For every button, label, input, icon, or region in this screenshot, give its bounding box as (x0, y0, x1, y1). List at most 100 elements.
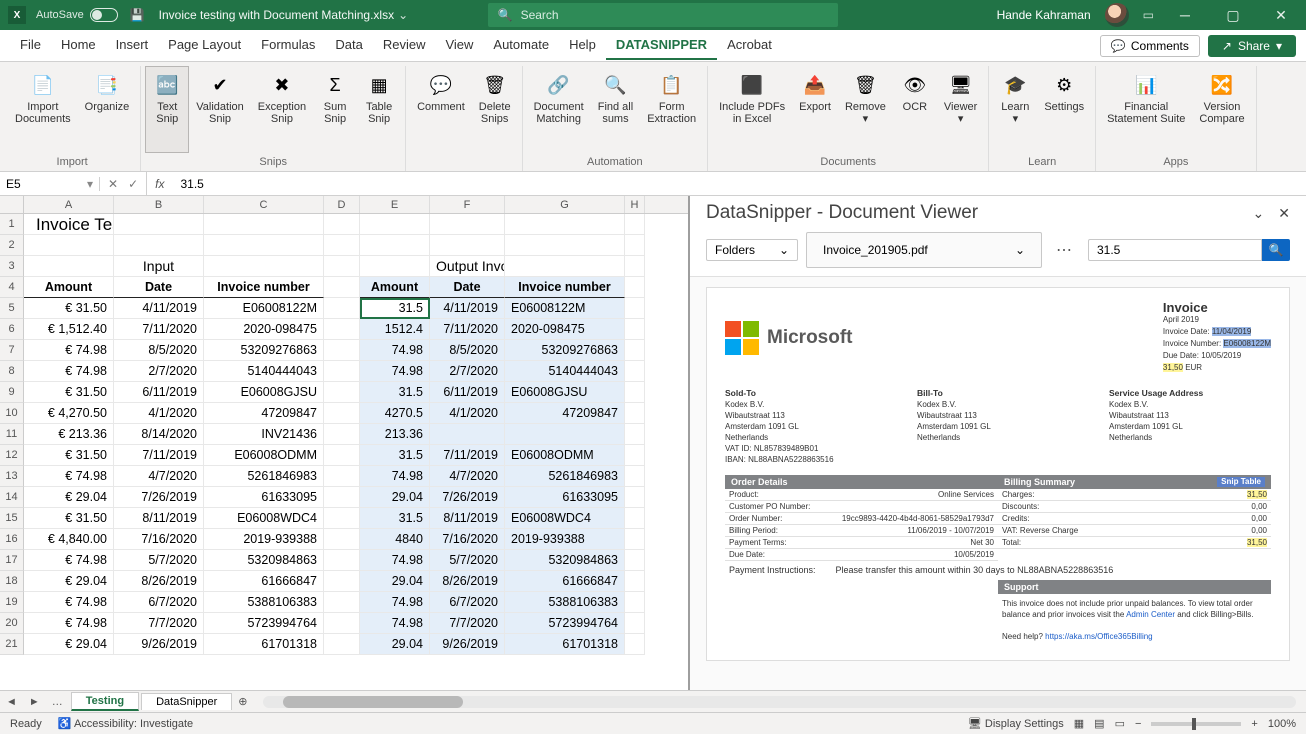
row-header[interactable]: 15 (0, 508, 24, 529)
cell[interactable]: Date (114, 277, 204, 298)
cell[interactable]: 61633095 (505, 487, 625, 508)
formula-value[interactable]: 31.5 (172, 177, 211, 191)
zoom-in-icon[interactable]: + (1251, 718, 1257, 730)
cell[interactable] (505, 214, 625, 235)
maximize-button[interactable]: ▢ (1216, 7, 1250, 24)
row-header[interactable]: 11 (0, 424, 24, 445)
table-snip-button[interactable]: ▦TableSnip (357, 66, 401, 153)
cell[interactable] (625, 382, 645, 403)
cell[interactable]: € 29.04 (24, 487, 114, 508)
remove-button[interactable]: 🗑Remove▾ (838, 66, 893, 153)
cell[interactable]: 5723994764 (204, 613, 324, 634)
prev-tab-icon[interactable]: ◄ (0, 696, 23, 708)
menu-page-layout[interactable]: Page Layout (158, 31, 251, 60)
cell[interactable]: 7/16/2020 (430, 529, 505, 550)
menu-insert[interactable]: Insert (106, 31, 159, 60)
cell[interactable] (204, 256, 324, 277)
cell[interactable]: 4840 (360, 529, 430, 550)
cell[interactable]: 2/7/2020 (430, 361, 505, 382)
cell[interactable]: 8/5/2020 (114, 340, 204, 361)
tab-testing[interactable]: Testing (71, 692, 139, 711)
cell[interactable]: 29.04 (360, 634, 430, 655)
cell[interactable] (324, 571, 360, 592)
row-header[interactable]: 14 (0, 487, 24, 508)
cell[interactable]: 1512.4 (360, 319, 430, 340)
tab-datasnipper[interactable]: DataSnipper (141, 693, 232, 710)
admin-center-link[interactable]: Admin Center (1126, 610, 1175, 619)
cell[interactable]: 74.98 (360, 466, 430, 487)
row-header[interactable]: 2 (0, 235, 24, 256)
horizontal-scrollbar[interactable] (263, 696, 1296, 708)
cell[interactable] (430, 235, 505, 256)
row-header[interactable]: 18 (0, 571, 24, 592)
cell[interactable]: Date (430, 277, 505, 298)
cell[interactable]: E06008ODMM (505, 445, 625, 466)
cell[interactable] (360, 235, 430, 256)
row-header[interactable]: 5 (0, 298, 24, 319)
cell[interactable]: 4/1/2020 (114, 403, 204, 424)
view-layout-icon[interactable]: ▤ (1094, 717, 1104, 730)
grid-rows[interactable]: 1Invoice Testing23InputOutput Invoices4A… (0, 214, 688, 690)
cell[interactable]: 31.5 (360, 382, 430, 403)
cell[interactable] (625, 403, 645, 424)
col-header-B[interactable]: B (114, 196, 204, 213)
cell[interactable]: 31.5 (360, 298, 430, 319)
row-header[interactable]: 16 (0, 529, 24, 550)
cell[interactable]: 7/7/2020 (430, 613, 505, 634)
snip-table-badge[interactable]: Snip Table (1217, 477, 1265, 487)
cell[interactable]: 6/7/2020 (430, 592, 505, 613)
menu-data[interactable]: Data (325, 31, 372, 60)
cell[interactable]: 47209847 (505, 403, 625, 424)
ocr-button[interactable]: 👁OCR (893, 66, 937, 153)
menu-acrobat[interactable]: Acrobat (717, 31, 782, 60)
cell[interactable]: € 29.04 (24, 634, 114, 655)
cell[interactable]: 53209276863 (204, 340, 324, 361)
cell[interactable]: 74.98 (360, 613, 430, 634)
cell[interactable] (625, 613, 645, 634)
cell[interactable]: 4270.5 (360, 403, 430, 424)
row-header[interactable]: 13 (0, 466, 24, 487)
cell[interactable]: 2019-939388 (204, 529, 324, 550)
cell[interactable] (324, 214, 360, 235)
cell[interactable]: 6/11/2019 (430, 382, 505, 403)
cell[interactable]: 6/7/2020 (114, 592, 204, 613)
cell[interactable]: 4/11/2019 (114, 298, 204, 319)
cell[interactable] (430, 424, 505, 445)
cell[interactable]: 5723994764 (505, 613, 625, 634)
cell[interactable] (625, 256, 645, 277)
cell[interactable] (505, 256, 625, 277)
cell[interactable]: Invoice Testing (24, 214, 114, 235)
cell[interactable]: 9/26/2019 (430, 634, 505, 655)
cell[interactable] (114, 214, 204, 235)
cell[interactable] (324, 235, 360, 256)
cell[interactable] (324, 466, 360, 487)
cell[interactable]: 8/14/2020 (114, 424, 204, 445)
cell[interactable]: E06008GJSU (505, 382, 625, 403)
cell[interactable] (324, 298, 360, 319)
cell[interactable]: 47209847 (204, 403, 324, 424)
row-header[interactable]: 8 (0, 361, 24, 382)
menu-help[interactable]: Help (559, 31, 606, 60)
cell[interactable]: 5320984863 (505, 550, 625, 571)
cell[interactable]: 7/7/2020 (114, 613, 204, 634)
close-button[interactable]: ✕ (1264, 7, 1298, 24)
cell[interactable]: 4/11/2019 (430, 298, 505, 319)
add-sheet-icon[interactable]: ⊕ (232, 695, 253, 708)
row-header[interactable]: 6 (0, 319, 24, 340)
next-tab-icon[interactable]: ► (23, 696, 46, 708)
cell[interactable]: 5140444043 (204, 361, 324, 382)
cell[interactable] (204, 214, 324, 235)
cell[interactable]: € 4,270.50 (24, 403, 114, 424)
cell[interactable] (625, 592, 645, 613)
accept-icon[interactable]: ✓ (128, 177, 138, 191)
display-settings[interactable]: 🖥 Display Settings (968, 717, 1064, 730)
cell[interactable]: 5320984863 (204, 550, 324, 571)
cell[interactable] (360, 256, 430, 277)
cell[interactable]: 74.98 (360, 592, 430, 613)
accessibility-status[interactable]: ♿ Accessibility: Investigate (58, 717, 193, 730)
cell[interactable]: Amount (360, 277, 430, 298)
cell[interactable] (324, 508, 360, 529)
row-header[interactable]: 21 (0, 634, 24, 655)
cell[interactable]: Output Invoices (430, 256, 505, 277)
cell[interactable] (505, 424, 625, 445)
